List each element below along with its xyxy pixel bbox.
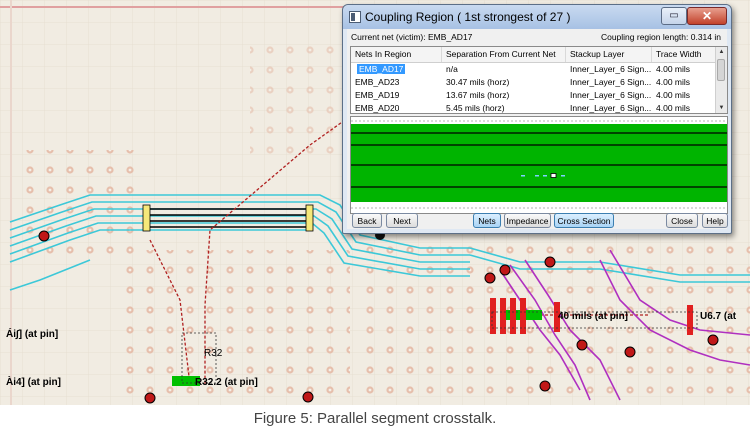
net-cell: EMB_AD20 [355,103,400,113]
table-header: Nets In Region Separation From Current N… [351,47,715,63]
separation-cell: 5.45 mils (horz) [446,103,505,113]
layer-cell: Inner_Layer_6 Sign... [570,64,652,74]
net-cell: EMB_AD23 [355,77,400,87]
board-edge-top [0,6,345,8]
dielectric-layers [351,124,727,202]
column-header-layer[interactable]: Stackup Layer [566,47,652,62]
width-cell: 4.00 mils [656,103,691,113]
help-button[interactable]: Help [702,213,728,228]
window-icon [349,11,361,23]
cross-section-button[interactable]: Cross Section [554,213,614,228]
close-button[interactable]: Close [666,213,698,228]
net-cell: EMB_AD19 [355,90,400,100]
dialog-title: Coupling Region ( 1st strongest of 27 ) [365,10,571,24]
restore-button[interactable]: ▭ [661,7,687,25]
scroll-up-icon[interactable]: ▲ [717,47,726,57]
separation-cell: 13.67 mils (horz) [446,90,510,100]
scroll-down-icon[interactable]: ▼ [717,103,726,113]
table-row[interactable]: EMB_AD23 30.47 mils (horz) Inner_Layer_6… [351,76,715,89]
layer-cell: Inner_Layer_6 Sign... [570,77,652,87]
victim-net-label: Current net (victim): EMB_AD17 [351,32,473,42]
pad-field-top [250,40,340,160]
ref-label-r32: R32 [204,348,223,359]
net-cell: EMB_AD17 [353,63,429,76]
dialog-content: Current net (victim): EMB_AD17 Coupling … [347,29,728,229]
separation-cell: n/a [446,64,458,74]
pin-label-r32: R32.2 (at pin] [195,377,258,388]
layer-cell: Inner_Layer_6 Sign... [570,103,652,113]
board-edge-left [10,0,12,405]
coupling-region-dialog[interactable]: Coupling Region ( 1st strongest of 27 ) … [342,4,732,234]
width-cell: 4.00 mils [656,64,691,74]
dialog-titlebar[interactable]: Coupling Region ( 1st strongest of 27 ) … [343,5,731,29]
table-row[interactable]: EMB_AD19 13.67 mils (horz) Inner_Layer_6… [351,89,715,102]
column-header-separation[interactable]: Separation From Current Net [442,47,566,62]
back-button[interactable]: Back [352,213,382,228]
width-cell: 4.00 mils [656,90,691,100]
pin-label-mid: 40 mils (at pin] [558,311,629,322]
width-cell: 4.00 mils [656,77,691,87]
info-row: Current net (victim): EMB_AD17 Coupling … [351,32,721,46]
pin-label-left-bottom: Ài4] (at pin] [6,377,61,388]
column-header-nets[interactable]: Nets In Region [351,47,442,62]
next-button[interactable]: Next [386,213,418,228]
cross-section-view[interactable] [350,116,728,214]
column-header-width[interactable]: Trace Width [652,47,715,62]
separation-cell: 30.47 mils (horz) [446,77,510,87]
table-scrollbar[interactable]: ▲ ▼ [715,47,727,113]
nets-table[interactable]: Nets In Region Separation From Current N… [350,46,728,114]
coupling-length-label: Coupling region length: 0.314 in [600,32,721,42]
figure-caption: Figure 5: Parallel segment crosstalk. [253,410,497,427]
impedance-button[interactable]: Impedance [504,213,551,228]
close-window-button[interactable]: ✕ [687,7,727,25]
table-row[interactable]: EMB_AD17 n/a Inner_Layer_6 Sign... 4.00 … [351,63,715,76]
scroll-thumb[interactable] [717,59,725,81]
nets-button[interactable]: Nets [473,213,501,228]
pin-label-u6: U6.7 (at [700,311,737,322]
layer-cell: Inner_Layer_6 Sign... [570,90,652,100]
table-row[interactable]: EMB_AD20 5.45 mils (horz) Inner_Layer_6 … [351,102,715,113]
net-name-selected: EMB_AD17 [357,64,406,74]
pin-label-left-top: Ái∫] (at pin] [6,329,59,340]
dialog-button-bar: Back Next Nets Impedance Cross Section C… [350,213,728,229]
